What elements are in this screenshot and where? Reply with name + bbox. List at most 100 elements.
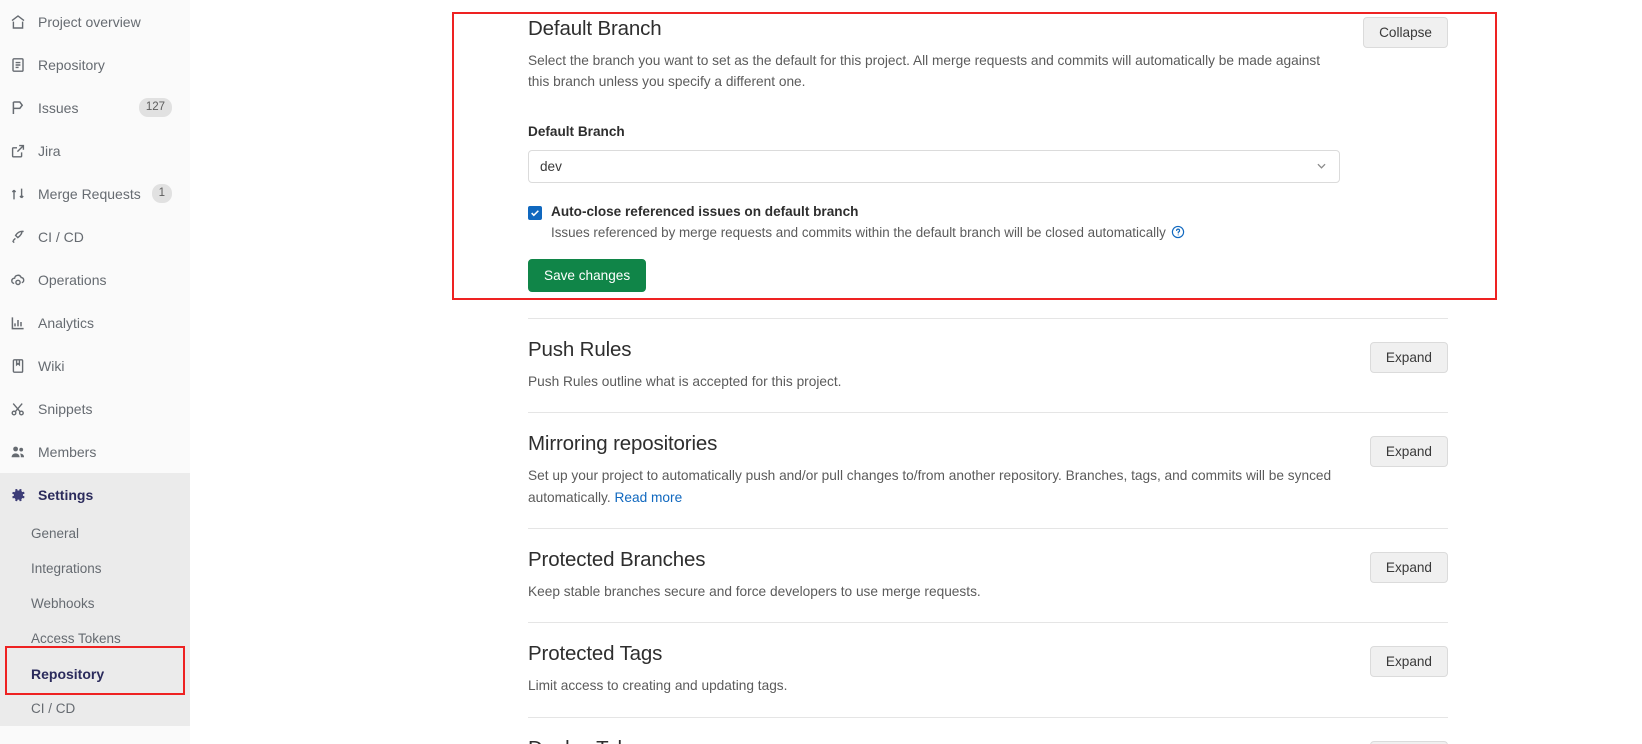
default-branch-selected-value: dev [540,158,562,174]
chevron-down-icon [1315,160,1328,173]
sidebar-item-ci-cd[interactable]: CI / CD [0,215,190,258]
sidebar-item-snippets[interactable]: Snippets [0,387,190,430]
sidebar-item-repository[interactable]: Repository [0,43,190,86]
section-description: Keep stable branches secure and force de… [528,583,981,599]
sidebar-item-label: Project overview [38,13,141,30]
expand-button[interactable]: Expand [1369,740,1448,744]
default-branch-field-label: Default Branch [528,123,625,139]
book-icon [9,357,26,374]
subnav-label: Repository [31,665,105,682]
settings-main-content: Default Branch Select the branch you wan… [190,0,1642,744]
sidebar-item-integrations[interactable]: Integrations [0,551,190,586]
section-header: Protected Branches Keep stable branches … [528,548,1448,602]
users-icon [9,443,26,460]
question-circle-icon[interactable] [1171,225,1185,239]
sidebar-item-jira[interactable]: Jira [0,129,190,172]
section-text: Protected Tags Limit access to creating … [528,642,787,696]
cloud-gear-icon [9,271,26,288]
section-text: Deploy Tokens [528,737,660,744]
sidebar-item-merge-requests[interactable]: Merge Requests 1 [0,172,190,215]
section-push-rules: Push Rules Push Rules outline what is ac… [528,317,1448,412]
scissors-icon [9,400,26,417]
subnav-label: Access Tokens [31,631,121,646]
subnav-label: CI / CD [31,701,76,716]
section-description: Push Rules outline what is accepted for … [528,373,842,389]
section-header: Protected Tags Limit access to creating … [528,642,1448,696]
sidebar-item-label: Operations [38,271,107,288]
sidebar-item-operations[interactable]: Operations [0,258,190,301]
sidebar-item-members[interactable]: Members [0,430,190,473]
collapse-button[interactable]: Collapse [1363,17,1448,48]
sidebar-item-analytics[interactable]: Analytics [0,301,190,344]
auto-close-issues-text: Auto-close referenced issues on default … [542,204,1185,240]
expand-button[interactable]: Expand [1369,646,1448,678]
section-default-branch: Default Branch Select the branch you wan… [528,0,1448,318]
sidebar-item-general[interactable]: General [0,516,190,551]
section-protected-branches: Protected Branches Keep stable branches … [528,527,1448,622]
section-title: Deploy Tokens [528,737,660,744]
sidebar-item-label: CI / CD [38,228,84,245]
document-icon [9,56,26,73]
settings-submenu: General Integrations Webhooks Access Tok… [0,516,190,726]
sidebar-item-wiki[interactable]: Wiki [0,344,190,387]
section-description: Set up your project to automatically pus… [528,465,1340,508]
section-title: Mirroring repositories [528,432,718,456]
page-title: Default Branch [528,17,662,40]
section-header: Mirroring repositories Set up your proje… [528,432,1448,508]
home-icon [9,13,26,30]
external-link-icon [9,142,26,159]
section-description: Limit access to creating and updating ta… [528,678,788,694]
issues-count-badge: 127 [138,98,172,117]
sidebar-item-issues[interactable]: Issues 127 [0,86,190,129]
section-text: Push Rules Push Rules outline what is ac… [528,338,841,392]
rocket-icon [9,228,26,245]
merge-request-icon [9,185,26,202]
section-description: Select the branch you want to set as the… [528,53,1320,90]
auto-close-issues-checkbox[interactable] [528,205,542,220]
section-header: Deploy Tokens Expand [528,737,1448,744]
section-text: Protected Branches Keep stable branches … [528,548,981,602]
subnav-label: Webhooks [31,596,95,611]
merge-requests-count-badge: 1 [151,184,172,203]
subnav-label: Integrations [31,561,102,576]
auto-close-issues-help-text: Issues referenced by merge requests and … [551,224,1166,240]
sidebar-item-label: Snippets [38,400,93,417]
section-deploy-tokens: Deploy Tokens Expand [528,716,1448,744]
gear-icon [9,486,26,503]
section-protected-tags: Protected Tags Limit access to creating … [528,622,1448,716]
sidebar-item-label: Jira [38,142,61,159]
expand-button[interactable]: Expand [1369,341,1448,373]
sidebar-item-label: Wiki [38,357,65,374]
sidebar-item-ci-cd-settings[interactable]: CI / CD [0,691,190,726]
section-title: Push Rules [528,337,632,361]
sidebar-item-project-overview[interactable]: Project overview [0,0,190,43]
default-branch-select[interactable]: dev [528,149,1340,183]
section-text: Mirroring repositories Set up your proje… [528,432,1340,508]
gitlab-repository-settings-page: Project overview Repository Issues 127 J… [0,0,1642,744]
expand-button[interactable]: Expand [1369,551,1448,583]
sidebar-item-webhooks[interactable]: Webhooks [0,586,190,621]
auto-close-issues-help: Issues referenced by merge requests and … [551,225,1185,240]
auto-close-issues-label: Auto-close referenced issues on default … [551,203,859,219]
sidebar-item-settings[interactable]: Settings [0,473,190,516]
sidebar-item-label: Repository [38,56,105,73]
sidebar-item-label: Settings [38,486,94,503]
section-header: Push Rules Push Rules outline what is ac… [528,338,1448,392]
sidebar-item-label: Merge Requests [38,185,141,202]
settings-sections: Default Branch Select the branch you wan… [528,0,1448,744]
subnav-label: General [31,526,80,541]
expand-button[interactable]: Expand [1369,436,1448,468]
sidebar-item-label: Analytics [38,314,95,331]
sidebar-item-label: Issues [38,99,79,116]
issues-icon [9,99,26,116]
sidebar-item-repository-settings[interactable]: Repository [0,656,190,691]
section-title: Protected Tags [528,642,663,666]
section-title: Protected Branches [528,547,706,571]
sidebar-item-access-tokens[interactable]: Access Tokens [0,621,190,656]
project-sidebar: Project overview Repository Issues 127 J… [0,0,190,744]
chart-icon [9,314,26,331]
section-mirroring-repositories: Mirroring repositories Set up your proje… [528,412,1448,528]
read-more-link[interactable]: Read more [614,490,682,505]
section-text: Default Branch Select the branch you wan… [528,17,1333,93]
save-changes-button[interactable]: Save changes [528,258,647,292]
